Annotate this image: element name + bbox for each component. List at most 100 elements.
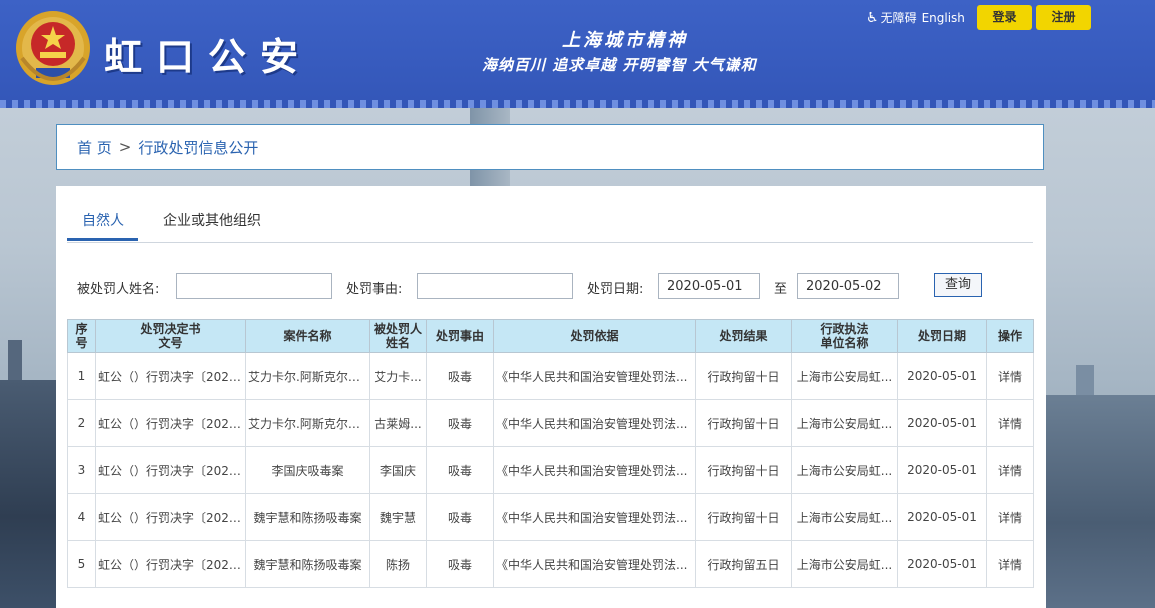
table-cell: 艾力卡... <box>369 352 427 400</box>
table-cell: 2020-05-01 <box>897 493 987 541</box>
table-cell: 魏宇慧 <box>369 493 427 541</box>
table-cell: 李国庆 <box>369 446 427 494</box>
table-cell: 虹公（）行罚决字〔2020... <box>95 352 246 400</box>
table-cell: 4 <box>67 493 96 541</box>
table-row[interactable]: 1 虹公（）行罚决字〔2020... 艾力卡尔.阿斯克尔等... 艾力卡... 吸毒 《中… <box>67 352 1034 400</box>
wheelchair-icon[interactable]: ♿ <box>866 10 879 26</box>
breadcrumb-current: 行政处罚信息公开 <box>138 138 259 157</box>
column-header: 行政执法 单位名称 <box>791 319 898 353</box>
table-cell: 吸毒 <box>426 540 494 588</box>
slogan-line-1: 上海城市精神 <box>562 30 688 51</box>
tab-organization[interactable]: 企业或其他组织 <box>163 210 261 230</box>
active-tab-indicator <box>67 238 138 241</box>
table-cell: 上海市公安局虹... <box>791 352 898 400</box>
accessibility-links: ♿ 无障碍 English <box>866 9 965 26</box>
tab-natural-person[interactable]: 自然人 <box>82 210 124 230</box>
date-range-separator: 至 <box>774 282 788 297</box>
column-header: 案件名称 <box>245 319 370 353</box>
breadcrumb-home-link[interactable]: 首 页 <box>77 137 112 158</box>
table-header-row: 序号 处罚决定书 文号 案件名称 被处罚人 姓名 处罚事由 处罚依据 处罚结果 行政执法 单位… <box>67 319 1034 353</box>
penalty-table: 序号 处罚决定书 文号 案件名称 被处罚人 姓名 处罚事由 处罚依据 处罚结果 行政执法 单位… <box>67 319 1034 588</box>
background-skyline-right <box>1046 365 1155 608</box>
detail-link[interactable]: 详情 <box>986 493 1034 541</box>
english-link[interactable]: English <box>922 11 965 25</box>
name-label: 被处罚人姓名: <box>77 282 160 297</box>
table-cell: 虹公（）行罚决字〔2020... <box>95 540 246 588</box>
column-header: 处罚事由 <box>426 319 494 353</box>
table-cell: 3 <box>67 446 96 494</box>
table-cell: 《中华人民共和国治安管理处罚法... <box>493 493 696 541</box>
column-header: 操作 <box>986 319 1034 353</box>
tab-bar: 自然人 企业或其他组织 <box>67 198 1033 243</box>
login-button[interactable]: 登录 <box>977 5 1032 30</box>
date-label: 处罚日期: <box>587 282 644 297</box>
main-panel: 自然人 企业或其他组织 被处罚人姓名: 处罚事由: 处罚日期: 至 查询 序号处… <box>56 186 1046 608</box>
column-header: 处罚决定书 文号 <box>95 319 246 353</box>
table-cell: 行政拘留五日 <box>695 540 792 588</box>
table-cell: 行政拘留十日 <box>695 352 792 400</box>
search-button[interactable]: 查询 <box>934 273 982 297</box>
background-skyline-left <box>0 340 56 608</box>
breadcrumb: 首 页 > 行政处罚信息公开 <box>56 124 1044 170</box>
detail-link[interactable]: 详情 <box>986 446 1034 494</box>
table-cell: 1 <box>67 352 96 400</box>
table-cell: 吸毒 <box>426 446 494 494</box>
table-cell: 《中华人民共和国治安管理处罚法... <box>493 540 696 588</box>
table-cell: 上海市公安局虹... <box>791 540 898 588</box>
table-cell: 古莱姆... <box>369 399 427 447</box>
reason-label: 处罚事由: <box>346 282 403 297</box>
table-cell: 上海市公安局虹... <box>791 399 898 447</box>
table-cell: 吸毒 <box>426 352 494 400</box>
filter-bar: 被处罚人姓名: 处罚事由: 处罚日期: 至 查询 <box>56 271 1046 301</box>
table-cell: 5 <box>67 540 96 588</box>
site-title: 虹口公安 <box>104 34 313 79</box>
table-row[interactable]: 2 虹公（）行罚决字〔2020... 艾力卡尔.阿斯克尔等... 古莱姆... 吸毒 《中… <box>67 399 1034 447</box>
reason-input[interactable] <box>417 273 573 299</box>
table-row[interactable]: 5 虹公（）行罚决字〔2020... 魏宇慧和陈扬吸毒案 陈扬 吸毒 《中华人民共和国治安… <box>67 540 1034 588</box>
table-cell: 魏宇慧和陈扬吸毒案 <box>245 540 370 588</box>
table-cell: 虹公（）行罚决字〔2020... <box>95 399 246 447</box>
table-cell: 陈扬 <box>369 540 427 588</box>
table-cell: 《中华人民共和国治安管理处罚法... <box>493 352 696 400</box>
slogan-line-2: 海纳百川 追求卓越 开明睿智 大气谦和 <box>482 56 757 74</box>
table-cell: 艾力卡尔.阿斯克尔等... <box>245 352 370 400</box>
table-cell: 艾力卡尔.阿斯克尔等... <box>245 399 370 447</box>
table-cell: 吸毒 <box>426 399 494 447</box>
detail-link[interactable]: 详情 <box>986 399 1034 447</box>
table-cell: 行政拘留十日 <box>695 399 792 447</box>
table-cell: 2 <box>67 399 96 447</box>
column-header: 序号 <box>67 319 96 353</box>
site-header: 虹口公安 上海城市精神 海纳百川 追求卓越 开明睿智 大气谦和 ♿ 无障碍 En… <box>0 0 1155 108</box>
table-cell: 虹公（）行罚决字〔2020... <box>95 493 246 541</box>
column-header: 处罚结果 <box>695 319 792 353</box>
header-stripe <box>0 100 1155 108</box>
detail-link[interactable]: 详情 <box>986 352 1034 400</box>
police-emblem-icon[interactable] <box>14 8 92 90</box>
table-cell: 行政拘留十日 <box>695 493 792 541</box>
register-button[interactable]: 注册 <box>1036 5 1091 30</box>
table-cell: 2020-05-01 <box>897 446 987 494</box>
table-cell: 吸毒 <box>426 493 494 541</box>
table-cell: 李国庆吸毒案 <box>245 446 370 494</box>
table-cell: 2020-05-01 <box>897 352 987 400</box>
date-to-input[interactable] <box>797 273 899 299</box>
column-header: 处罚日期 <box>897 319 987 353</box>
table-cell: 行政拘留十日 <box>695 446 792 494</box>
name-input[interactable] <box>176 273 332 299</box>
table-cell: 2020-05-01 <box>897 540 987 588</box>
detail-link[interactable]: 详情 <box>986 540 1034 588</box>
table-cell: 虹公（）行罚决字〔2020... <box>95 446 246 494</box>
table-cell: 2020-05-01 <box>897 399 987 447</box>
table-cell: 魏宇慧和陈扬吸毒案 <box>245 493 370 541</box>
column-header: 被处罚人 姓名 <box>369 319 427 353</box>
table-cell: 上海市公安局虹... <box>791 493 898 541</box>
accessibility-link[interactable]: 无障碍 <box>881 9 917 26</box>
table-cell: 《中华人民共和国治安管理处罚法... <box>493 399 696 447</box>
table-cell: 《中华人民共和国治安管理处罚法... <box>493 446 696 494</box>
table-row[interactable]: 3 虹公（）行罚决字〔2020... 李国庆吸毒案 李国庆 吸毒 《中华人民共和国治安管理… <box>67 446 1034 494</box>
date-from-input[interactable] <box>658 273 760 299</box>
breadcrumb-separator: > <box>118 138 132 156</box>
table-cell: 上海市公安局虹... <box>791 446 898 494</box>
column-header: 处罚依据 <box>493 319 696 353</box>
table-row[interactable]: 4 虹公（）行罚决字〔2020... 魏宇慧和陈扬吸毒案 魏宇慧 吸毒 《中华人民共和国治… <box>67 493 1034 541</box>
